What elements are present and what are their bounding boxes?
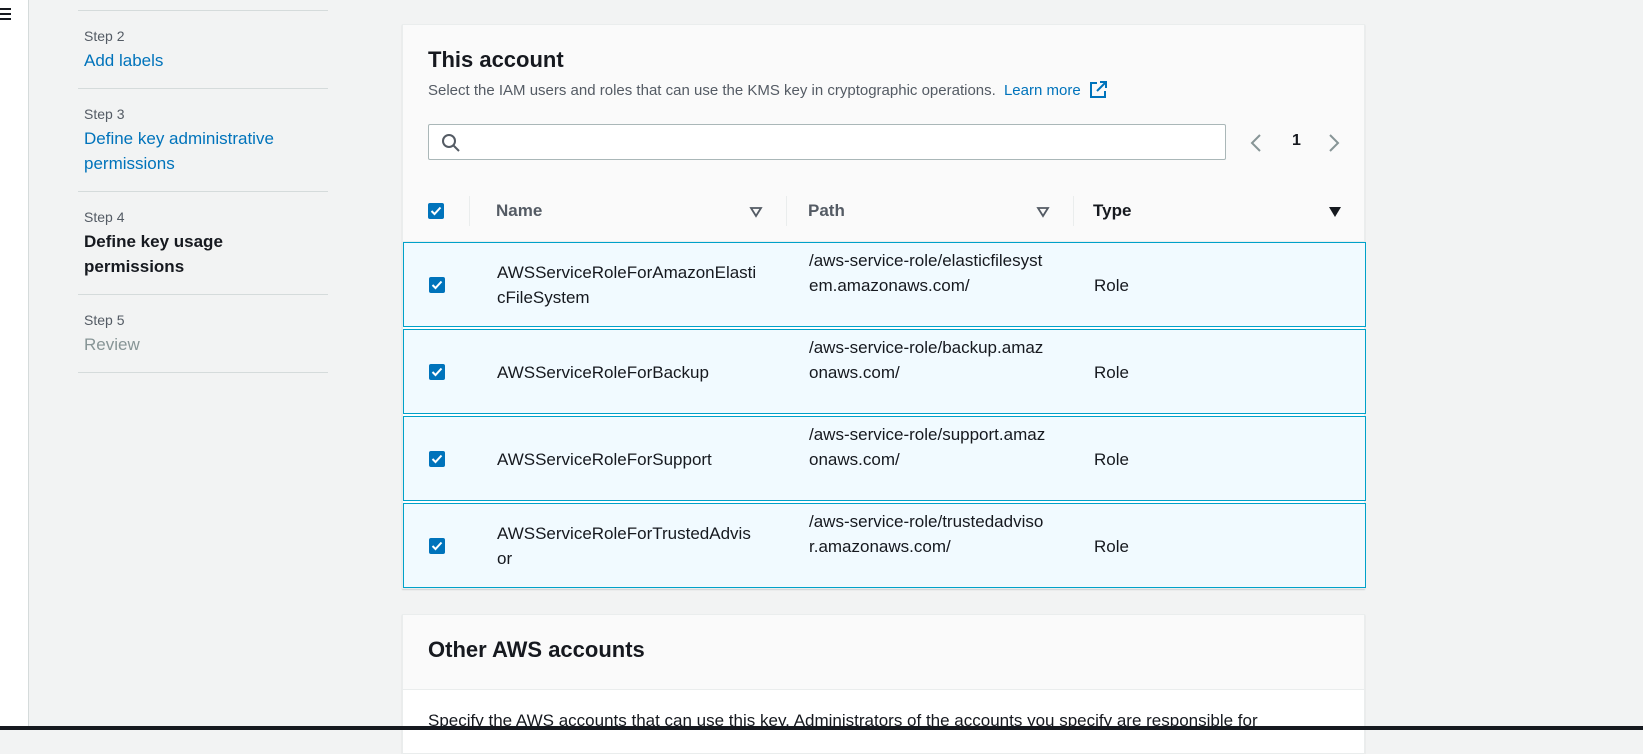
- row-path: /aws-service-role/support.amazonaws.com/: [809, 425, 1046, 469]
- table-row[interactable]: AWSServiceRoleForTrustedAdvisor /aws-ser…: [403, 503, 1366, 588]
- this-account-panel: This account Select the IAM users and ro…: [402, 24, 1366, 589]
- row-type: Role: [1094, 363, 1129, 382]
- row-type: Role: [1094, 537, 1129, 556]
- panel-header: Other AWS accounts: [403, 615, 1364, 690]
- table-row[interactable]: AWSServiceRoleForSupport /aws-service-ro…: [403, 416, 1366, 501]
- table-header: Name Path Type: [403, 181, 1364, 242]
- sort-triangle-outline-icon[interactable]: [1036, 205, 1050, 223]
- panel-title: Other AWS accounts: [428, 637, 645, 662]
- table-row[interactable]: AWSServiceRoleForAmazonElasticFileSystem…: [403, 242, 1366, 327]
- search-icon: [441, 133, 461, 158]
- step-number: Step 3: [84, 106, 125, 122]
- wizard-steps-nav: Step 2 Add labels Step 3 Define key admi…: [78, 10, 328, 373]
- step-link-define-admin-permissions[interactable]: Define key administrative permissions: [84, 126, 304, 176]
- row-path: /aws-service-role/elasticfilesystem.amaz…: [809, 251, 1043, 295]
- pagination: 1: [1250, 125, 1350, 159]
- description-text: Select the IAM users and roles that can …: [428, 82, 996, 99]
- sort-triangle-filled-icon[interactable]: [1328, 205, 1342, 223]
- bottom-border: [0, 726, 1643, 730]
- step-link-add-labels[interactable]: Add labels: [84, 48, 322, 73]
- step-number: Step 2: [84, 28, 125, 44]
- row-name: AWSServiceRoleForTrustedAdvisor: [497, 524, 751, 568]
- row-path: /aws-service-role/trustedadvisor.amazona…: [809, 512, 1044, 556]
- current-page-number[interactable]: 1: [1292, 132, 1301, 150]
- chevron-left-icon[interactable]: [1250, 133, 1262, 158]
- panel-title: This account: [428, 47, 564, 72]
- menu-icon[interactable]: [0, 8, 11, 23]
- search-input[interactable]: [469, 129, 1213, 157]
- left-rail: [0, 0, 29, 730]
- row-type: Role: [1094, 276, 1129, 295]
- panel-header: This account Select the IAM users and ro…: [403, 25, 1364, 182]
- panel-description: Select the IAM users and roles that can …: [428, 81, 1107, 103]
- step-current-define-usage-permissions: Define key usage permissions: [84, 232, 223, 276]
- row-checkbox[interactable]: [429, 277, 445, 293]
- step-item-3: Step 3 Define key administrative permiss…: [78, 88, 328, 191]
- row-path: /aws-service-role/backup.amazonaws.com/: [809, 338, 1044, 382]
- step-item-4: Step 4 Define key usage permissions: [78, 191, 328, 294]
- sort-triangle-outline-icon[interactable]: [749, 205, 763, 223]
- step-item-5: Step 5 Review: [78, 294, 328, 373]
- row-type: Role: [1094, 450, 1129, 469]
- row-checkbox[interactable]: [429, 538, 445, 554]
- chevron-right-icon[interactable]: [1328, 133, 1340, 158]
- external-link-icon[interactable]: [1089, 81, 1107, 103]
- column-divider: [1073, 196, 1074, 226]
- step-number: Step 5: [84, 312, 125, 328]
- row-name: AWSServiceRoleForBackup: [497, 363, 709, 382]
- column-header-name[interactable]: Name: [496, 181, 542, 241]
- column-header-type[interactable]: Type: [1093, 181, 1131, 241]
- step-number: Step 4: [84, 209, 125, 225]
- column-divider: [786, 196, 787, 226]
- step-item-2: Step 2 Add labels: [78, 10, 328, 88]
- row-checkbox[interactable]: [429, 364, 445, 380]
- column-divider: [469, 196, 470, 226]
- column-header-path[interactable]: Path: [808, 181, 845, 241]
- row-name: AWSServiceRoleForAmazonElasticFileSystem: [497, 263, 757, 307]
- learn-more-link[interactable]: Learn more: [1004, 82, 1081, 99]
- table-row[interactable]: AWSServiceRoleForBackup /aws-service-rol…: [403, 329, 1366, 414]
- search-field[interactable]: [428, 124, 1226, 160]
- row-checkbox[interactable]: [429, 451, 445, 467]
- step-review-disabled: Review: [84, 335, 140, 354]
- select-all-checkbox[interactable]: [428, 203, 444, 219]
- other-accounts-panel: Other AWS accounts Specify the AWS accou…: [402, 614, 1365, 754]
- row-name: AWSServiceRoleForSupport: [497, 450, 712, 469]
